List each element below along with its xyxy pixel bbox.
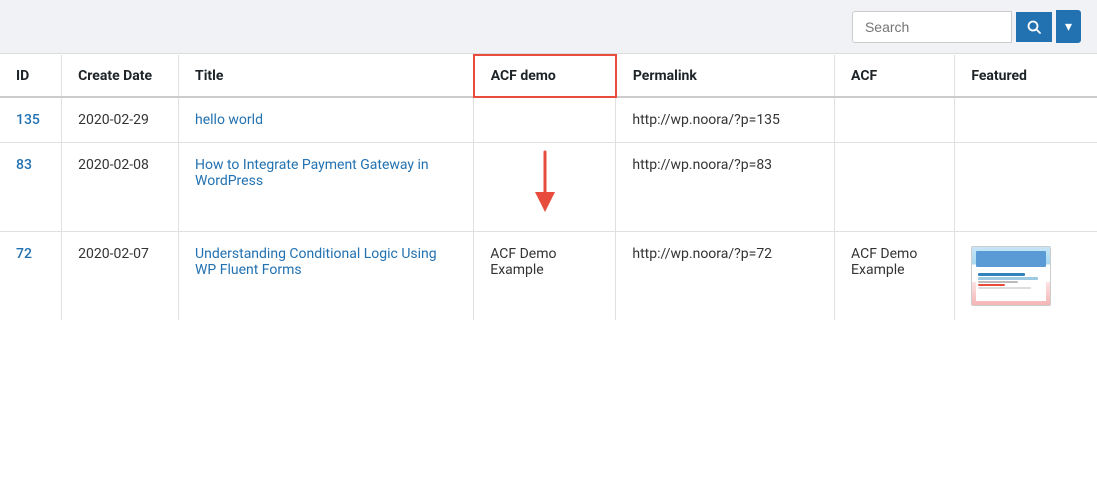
table-row: 135 2020-02-29 hello world http://wp.noora/… (0, 97, 1097, 143)
col-header-create-date: Create Date (62, 55, 179, 97)
top-bar: ▾ (0, 0, 1097, 54)
col-header-permalink: Permalink (616, 55, 835, 97)
table-row: 83 2020-02-08 How to Integrate Payment Gat… (0, 143, 1097, 232)
cell-id: 135 (0, 97, 62, 143)
cell-acf (835, 143, 955, 232)
cell-title: How to Integrate Payment Gateway in Word… (179, 143, 474, 232)
col-header-id: ID (0, 55, 62, 97)
col-header-featured: Featured (955, 55, 1097, 97)
post-title-link[interactable]: How to Integrate Payment Gateway in Word… (195, 157, 429, 189)
cell-acf (835, 97, 955, 143)
cell-acf-demo (474, 143, 616, 232)
cell-acf-demo: ACF Demo Example (474, 232, 616, 321)
post-id: 83 (16, 157, 32, 173)
cell-id: 72 (0, 232, 62, 321)
chevron-down-icon: ▾ (1065, 18, 1072, 34)
search-button[interactable] (1016, 12, 1052, 42)
cell-title: Understanding Conditional Logic Using WP… (179, 232, 474, 321)
dropdown-button[interactable]: ▾ (1056, 10, 1081, 43)
cell-title: hello world (179, 97, 474, 143)
arrow-down-icon (525, 147, 565, 217)
cell-date: 2020-02-08 (62, 143, 179, 232)
cell-acf: ACF Demo Example (835, 232, 955, 321)
featured-image-content (972, 247, 1050, 305)
cell-id: 83 (0, 143, 62, 232)
search-icon (1027, 20, 1041, 34)
col-header-acf: ACF (835, 55, 955, 97)
posts-table: ID Create Date Title ACF demo Permalink … (0, 54, 1097, 320)
table-body: 135 2020-02-29 hello world http://wp.noora/… (0, 97, 1097, 320)
cell-acf-demo (474, 97, 616, 143)
post-title-link[interactable]: Understanding Conditional Logic Using WP… (195, 246, 437, 278)
cell-permalink: http://wp.noora/?p=83 (616, 143, 835, 232)
cell-featured (955, 143, 1097, 232)
col-header-title: Title (179, 55, 474, 97)
featured-image (971, 246, 1051, 306)
post-title-link[interactable]: hello world (195, 112, 263, 128)
arrow-indicator (490, 157, 599, 217)
cell-date: 2020-02-07 (62, 232, 179, 321)
cell-featured (955, 97, 1097, 143)
cell-permalink: http://wp.noora/?p=72 (616, 232, 835, 321)
post-id: 135 (16, 112, 40, 128)
search-input[interactable] (852, 11, 1012, 43)
cell-date: 2020-02-29 (62, 97, 179, 143)
post-id: 72 (16, 246, 32, 262)
cell-permalink: http://wp.noora/?p=135 (616, 97, 835, 143)
table-row: 72 2020-02-07 Understanding Conditional Lo… (0, 232, 1097, 321)
table-header: ID Create Date Title ACF demo Permalink … (0, 55, 1097, 97)
col-header-acf-demo: ACF demo (474, 55, 616, 97)
cell-featured (955, 232, 1097, 321)
page-wrapper: ▾ ID Create Date Title ACF demo Permalin… (0, 0, 1097, 500)
